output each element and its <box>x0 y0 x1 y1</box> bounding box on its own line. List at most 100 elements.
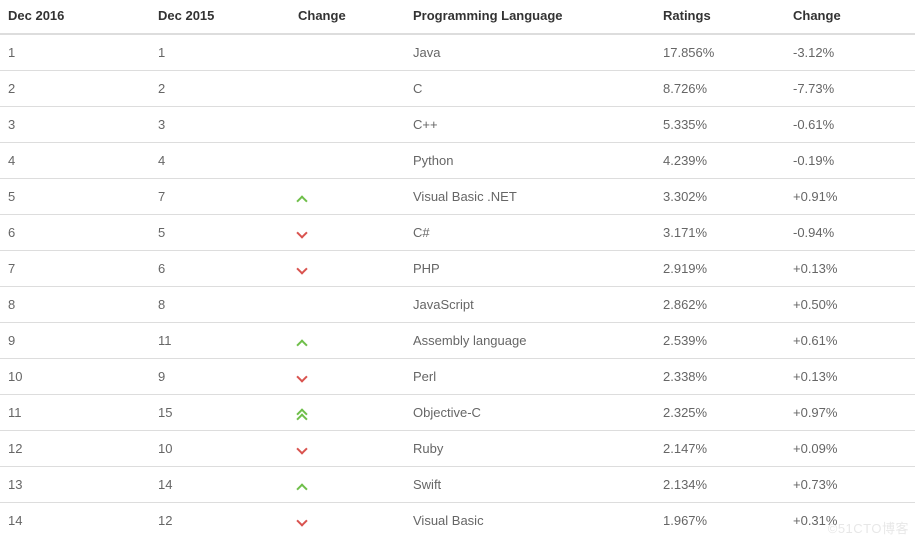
cell-change: +0.61% <box>785 323 915 359</box>
cell-dec2016: 10 <box>0 359 150 395</box>
cell-ratings: 2.862% <box>655 287 785 323</box>
cell-change: +0.50% <box>785 287 915 323</box>
cell-dec2016: 4 <box>0 143 150 179</box>
cell-ratings: 1.967% <box>655 503 785 539</box>
table-row: 76PHP2.919%+0.13% <box>0 251 915 287</box>
cell-change: -3.12% <box>785 34 915 71</box>
cell-dec2015: 8 <box>150 287 290 323</box>
cell-ratings: 17.856% <box>655 34 785 71</box>
cell-dec2015: 3 <box>150 107 290 143</box>
cell-ratings: 4.239% <box>655 143 785 179</box>
cell-dec2015: 15 <box>150 395 290 431</box>
cell-language: Perl <box>405 359 655 395</box>
chevron-down-icon <box>298 447 308 453</box>
chevron-up-icon <box>298 483 308 489</box>
table-row: 11 Java17.856%-3.12% <box>0 34 915 71</box>
cell-trend <box>290 34 405 71</box>
cell-ratings: 2.134% <box>655 467 785 503</box>
cell-trend <box>290 287 405 323</box>
cell-dec2016: 6 <box>0 215 150 251</box>
cell-ratings: 2.338% <box>655 359 785 395</box>
header-language: Programming Language <box>405 0 655 34</box>
table-row: 88 JavaScript2.862%+0.50% <box>0 287 915 323</box>
cell-dec2015: 9 <box>150 359 290 395</box>
cell-language: Visual Basic <box>405 503 655 539</box>
chevron-down-icon <box>298 231 308 237</box>
cell-trend <box>290 431 405 467</box>
cell-ratings: 2.539% <box>655 323 785 359</box>
header-change-rank: Change <box>290 0 405 34</box>
cell-ratings: 8.726% <box>655 71 785 107</box>
cell-dec2015: 1 <box>150 34 290 71</box>
cell-language: JavaScript <box>405 287 655 323</box>
cell-ratings: 3.171% <box>655 215 785 251</box>
table-row: 1210Ruby2.147%+0.09% <box>0 431 915 467</box>
cell-language: Java <box>405 34 655 71</box>
table-row: 22 C8.726%-7.73% <box>0 71 915 107</box>
cell-dec2015: 4 <box>150 143 290 179</box>
cell-language: C <box>405 71 655 107</box>
cell-trend <box>290 503 405 539</box>
header-change-pct: Change <box>785 0 915 34</box>
table-row: 33 C++5.335%-0.61% <box>0 107 915 143</box>
cell-dec2015: 6 <box>150 251 290 287</box>
cell-dec2016: 2 <box>0 71 150 107</box>
header-dec2016: Dec 2016 <box>0 0 150 34</box>
cell-dec2016: 13 <box>0 467 150 503</box>
ranking-table: Dec 2016 Dec 2015 Change Programming Lan… <box>0 0 915 538</box>
cell-dec2015: 14 <box>150 467 290 503</box>
cell-change: +0.13% <box>785 359 915 395</box>
cell-dec2016: 12 <box>0 431 150 467</box>
cell-change: +0.73% <box>785 467 915 503</box>
double-chevron-up-icon <box>298 408 397 419</box>
table-row: 109 Perl2.338%+0.13% <box>0 359 915 395</box>
cell-dec2016: 5 <box>0 179 150 215</box>
cell-language: Assembly language <box>405 323 655 359</box>
cell-ratings: 3.302% <box>655 179 785 215</box>
cell-language: C# <box>405 215 655 251</box>
header-dec2015: Dec 2015 <box>150 0 290 34</box>
cell-change: +0.97% <box>785 395 915 431</box>
cell-trend <box>290 359 405 395</box>
cell-dec2015: 12 <box>150 503 290 539</box>
cell-language: PHP <box>405 251 655 287</box>
cell-dec2016: 1 <box>0 34 150 71</box>
cell-language: Objective-C <box>405 395 655 431</box>
cell-language: Ruby <box>405 431 655 467</box>
cell-change: +0.13% <box>785 251 915 287</box>
table-row: 1412 Visual Basic1.967%+0.31% <box>0 503 915 539</box>
cell-dec2016: 3 <box>0 107 150 143</box>
cell-dec2016: 7 <box>0 251 150 287</box>
cell-change: -0.61% <box>785 107 915 143</box>
table-row: 1115Objective-C2.325%+0.97% <box>0 395 915 431</box>
cell-change: +0.09% <box>785 431 915 467</box>
cell-dec2015: 10 <box>150 431 290 467</box>
chevron-down-icon <box>298 375 308 381</box>
cell-dec2016: 11 <box>0 395 150 431</box>
cell-trend <box>290 395 405 431</box>
table-row: 911Assembly language2.539%+0.61% <box>0 323 915 359</box>
cell-dec2016: 8 <box>0 287 150 323</box>
table-row: 44 Python4.239%-0.19% <box>0 143 915 179</box>
cell-change: -0.19% <box>785 143 915 179</box>
cell-trend <box>290 107 405 143</box>
cell-trend <box>290 179 405 215</box>
cell-trend <box>290 143 405 179</box>
cell-change: -7.73% <box>785 71 915 107</box>
cell-dec2015: 2 <box>150 71 290 107</box>
cell-dec2015: 7 <box>150 179 290 215</box>
cell-language: Python <box>405 143 655 179</box>
cell-dec2016: 14 <box>0 503 150 539</box>
cell-trend <box>290 467 405 503</box>
chevron-down-icon <box>298 267 308 273</box>
cell-language: Visual Basic .NET <box>405 179 655 215</box>
cell-dec2016: 9 <box>0 323 150 359</box>
cell-change: +0.91% <box>785 179 915 215</box>
table-row: 65C#3.171%-0.94% <box>0 215 915 251</box>
cell-language: C++ <box>405 107 655 143</box>
cell-trend <box>290 251 405 287</box>
cell-change: +0.31% <box>785 503 915 539</box>
table-row: 57 Visual Basic .NET3.302%+0.91% <box>0 179 915 215</box>
chevron-down-icon <box>298 519 308 525</box>
cell-ratings: 5.335% <box>655 107 785 143</box>
